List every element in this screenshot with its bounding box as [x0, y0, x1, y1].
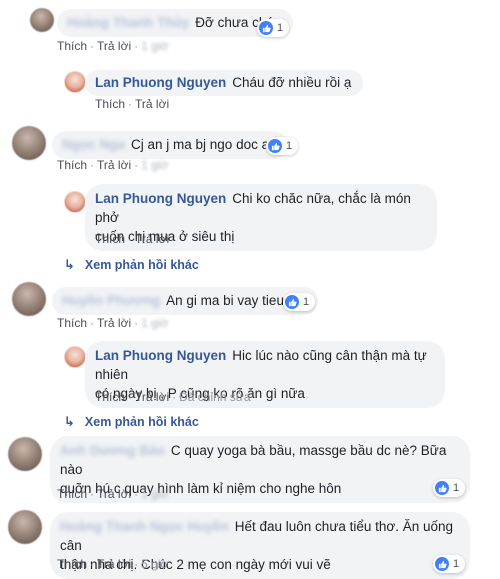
timestamp[interactable]: 5 giờ — [141, 557, 168, 571]
comment-actions: Thích · Trả lời · 1 giờ — [57, 158, 169, 172]
reply-button[interactable]: Trả lời — [135, 97, 169, 111]
timestamp[interactable]: 1 giờ — [141, 158, 168, 172]
comment-author[interactable]: Hoàng Thanh Thủy — [67, 13, 189, 32]
reply-author[interactable]: Lan Phuong Nguyen — [95, 348, 226, 363]
reply-author[interactable]: Lan Phuong Nguyen — [95, 75, 226, 90]
avatar[interactable] — [64, 191, 86, 213]
like-button[interactable]: Thích — [57, 158, 87, 172]
comment-author[interactable]: Huyền Phương — [62, 291, 160, 310]
more-replies-link[interactable]: ↳ Xem phản hồi khác — [64, 257, 199, 273]
reply-arrow-icon: ↳ — [64, 257, 75, 272]
edited-label[interactable]: Đã chỉnh sửa — [179, 390, 250, 404]
reaction-count[interactable]: 1 — [266, 137, 299, 155]
comment-actions: Thích · Trả lời · 1 giờ — [57, 487, 169, 501]
reply-button[interactable]: Trả lời — [97, 316, 131, 330]
comment-author[interactable]: Ngọc Nga — [62, 135, 125, 154]
like-button[interactable]: Thích — [57, 557, 87, 571]
comment-bubble: Ngọc Nga Cj an j ma bj ngo doc ak — [52, 131, 288, 159]
reply-author[interactable]: Lan Phuong Nguyen — [95, 191, 226, 206]
reply-arrow-icon: ↳ — [64, 414, 75, 429]
avatar[interactable] — [8, 437, 42, 471]
avatar[interactable] — [30, 8, 54, 32]
reaction-count[interactable]: 1 — [433, 555, 466, 573]
like-button[interactable]: Thích — [95, 390, 125, 404]
reply-actions: Thích · Trả lời — [95, 232, 170, 246]
reply-bubble: Lan Phuong Nguyen Cháu đỡ nhiều rồi ạ — [85, 70, 364, 96]
comment-actions: Thích · Trả lời · 1 giờ — [57, 316, 169, 330]
timestamp[interactable]: 1 giờ — [141, 487, 168, 501]
comment-actions: Thích · Trả lời · 5 giờ — [57, 557, 169, 571]
comment-bubble: Huyền Phương An gi ma bi vay tieu thu — [52, 287, 319, 315]
avatar[interactable] — [12, 126, 46, 160]
reply-button[interactable]: Trả lời — [135, 390, 169, 404]
avatar[interactable] — [8, 510, 42, 544]
reply-button[interactable]: Trả lời — [97, 557, 131, 571]
reply-text: Cháu đỡ nhiều rồi ạ — [232, 75, 352, 90]
avatar[interactable] — [64, 71, 86, 93]
like-icon — [435, 557, 449, 571]
like-icon — [259, 21, 273, 35]
reply-button[interactable]: Trả lời — [97, 158, 131, 172]
avatar[interactable] — [64, 346, 86, 368]
like-icon — [268, 139, 282, 153]
reaction-count[interactable]: 1 — [257, 19, 290, 37]
like-button[interactable]: Thích — [95, 97, 125, 111]
comment-actions: Thích · Trả lời · 1 giờ — [57, 39, 169, 53]
more-replies-link[interactable]: ↳ Xem phản hồi khác — [64, 414, 199, 430]
reaction-count[interactable]: 1 — [283, 293, 316, 311]
reply-actions: Thích · Trả lời — [95, 97, 170, 111]
timestamp[interactable]: 1 giờ — [141, 316, 168, 330]
like-button[interactable]: Thích — [57, 39, 87, 53]
comment-text: Cj an j ma bj ngo doc ak — [131, 137, 276, 152]
like-button[interactable]: Thích — [95, 232, 125, 246]
avatar[interactable] — [12, 282, 46, 316]
comment-author[interactable]: Anh Dương Bảo — [60, 441, 165, 460]
reply-button[interactable]: Trả lời — [135, 232, 169, 246]
reply-actions: Thích · Trả lời · Đã chỉnh sửa — [95, 390, 251, 404]
like-icon — [285, 295, 299, 309]
reaction-count[interactable]: 1 — [433, 479, 466, 497]
comment-author[interactable]: Hoàng Thanh Ngọc Huyền — [60, 517, 229, 536]
reply-button[interactable]: Trả lời — [97, 39, 131, 53]
timestamp[interactable]: 1 giờ — [141, 39, 168, 53]
like-icon — [435, 481, 449, 495]
like-button[interactable]: Thích — [57, 316, 87, 330]
reply-button[interactable]: Trả lời — [97, 487, 131, 501]
like-button[interactable]: Thích — [57, 487, 87, 501]
